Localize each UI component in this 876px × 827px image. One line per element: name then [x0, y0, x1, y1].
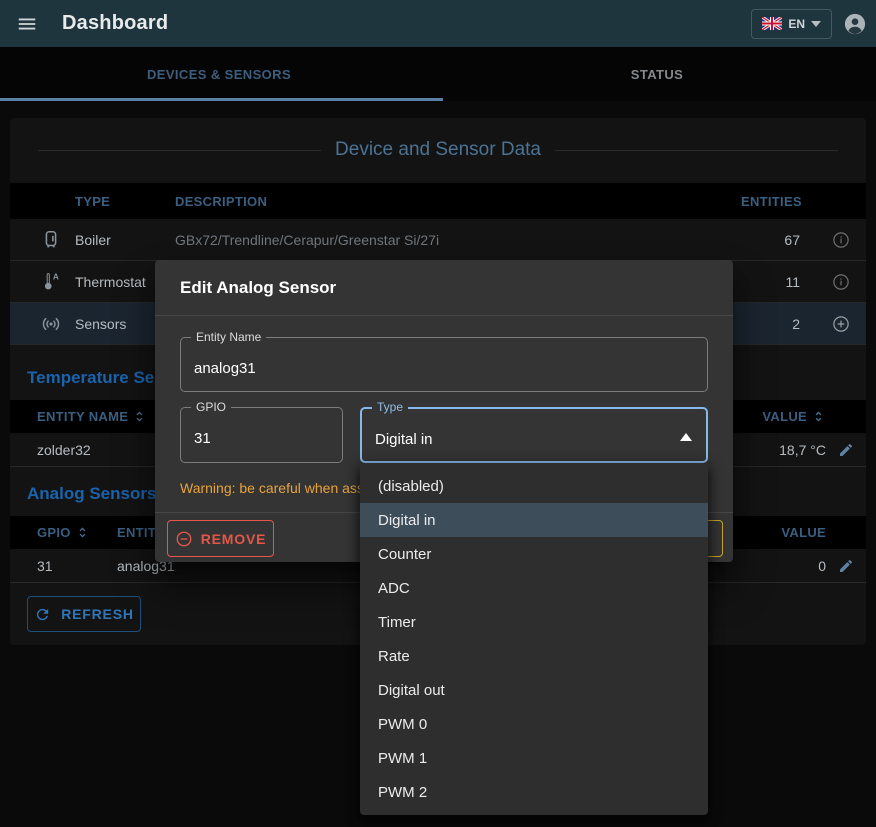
option-digital-out[interactable]: Digital out — [360, 673, 708, 707]
tab-status[interactable]: STATUS — [438, 47, 876, 101]
top-app-bar: Dashboard EN — [0, 0, 876, 47]
screen: Dashboard EN — [0, 0, 876, 827]
table-row-boiler[interactable]: Boiler GBx72/Trendline/Cerapur/Greenstar… — [10, 219, 866, 261]
col-entities: ENTITIES — [741, 194, 816, 209]
dialog-header: Edit Analog Sensor — [155, 260, 733, 316]
option-timer[interactable]: Timer — [360, 605, 708, 639]
gpio-label: GPIO — [191, 400, 231, 414]
entity-name: zolder32 — [37, 442, 91, 458]
gpio-field[interactable]: GPIO 31 — [180, 407, 343, 463]
entity-name-field[interactable]: Entity Name analog31 — [180, 337, 708, 392]
user-avatar-icon[interactable] — [844, 13, 866, 35]
gpio-input[interactable]: 31 — [194, 430, 211, 447]
type-select[interactable]: Type Digital in — [360, 407, 708, 463]
edit-pencil-icon[interactable] — [826, 558, 866, 574]
tab-bar: DEVICES & SENSORS STATUS — [0, 47, 876, 101]
section-title-row: Device and Sensor Data — [10, 136, 866, 164]
option-counter[interactable]: Counter — [360, 537, 708, 571]
section-title: Device and Sensor Data — [321, 139, 555, 161]
sort-icon — [132, 409, 147, 424]
option-pwm-1[interactable]: PWM 1 — [360, 741, 708, 775]
sort-icon — [811, 409, 826, 424]
page-title: Dashboard — [62, 12, 168, 35]
uk-flag-icon — [762, 17, 782, 30]
col-value[interactable]: VALUE — [781, 525, 826, 540]
option-pwm-0[interactable]: PWM 0 — [360, 707, 708, 741]
refresh-label: REFRESH — [61, 606, 134, 622]
add-circle-icon[interactable] — [816, 315, 866, 333]
tab-devices-sensors[interactable]: DEVICES & SENSORS — [0, 47, 438, 101]
type-dropdown-menu: (disabled) Digital in Counter ADC Timer … — [360, 463, 708, 815]
col-gpio[interactable]: GPIO — [37, 525, 71, 540]
gpio-value: 31 — [37, 558, 53, 574]
option-pwm-2[interactable]: PWM 2 — [360, 775, 708, 809]
col-value[interactable]: VALUE — [762, 409, 807, 424]
entity-name-input[interactable]: analog31 — [194, 360, 256, 377]
remove-label: REMOVE — [201, 531, 266, 547]
svg-text:A: A — [53, 272, 59, 281]
language-selector[interactable]: EN — [751, 9, 832, 39]
option-adc[interactable]: ADC — [360, 571, 708, 605]
chevron-down-icon — [811, 21, 821, 27]
refresh-button[interactable]: REFRESH — [27, 596, 141, 632]
info-icon[interactable] — [816, 273, 866, 291]
col-entity-name[interactable]: ENTITY NAME — [37, 409, 128, 424]
dropdown-arrow-up-icon — [680, 433, 692, 441]
menu-icon[interactable] — [16, 12, 40, 36]
gpio-warning-text: Warning: be careful when assig — [180, 480, 375, 496]
analog-sensors-heading: Analog Sensors — [27, 484, 156, 504]
option-disabled[interactable]: (disabled) — [360, 469, 708, 503]
entity-name-label: Entity Name — [191, 330, 266, 344]
refresh-icon — [34, 606, 51, 623]
active-tab-indicator — [0, 98, 443, 101]
remove-button[interactable]: REMOVE — [167, 520, 274, 557]
devices-table-header: TYPE DESCRIPTION ENTITIES — [10, 183, 866, 219]
device-entities-count: 11 — [741, 274, 816, 290]
remove-circle-icon — [175, 530, 193, 548]
language-label: EN — [788, 17, 805, 31]
option-digital-in[interactable]: Digital in — [360, 503, 708, 537]
col-type: TYPE — [75, 194, 175, 209]
type-selected-value: Digital in — [375, 431, 433, 448]
option-rate[interactable]: Rate — [360, 639, 708, 673]
sort-icon — [75, 525, 90, 540]
device-entities-count: 67 — [741, 232, 816, 248]
device-entities-count: 2 — [741, 316, 816, 332]
col-description: DESCRIPTION — [175, 194, 741, 209]
type-label: Type — [372, 400, 408, 414]
boiler-icon — [27, 229, 75, 251]
device-description: GBx72/Trendline/Cerapur/Greenstar Si/27i — [175, 232, 741, 248]
device-type: Boiler — [75, 232, 175, 248]
thermostat-icon: A — [27, 271, 75, 293]
dialog-title: Edit Analog Sensor — [180, 278, 336, 298]
info-icon[interactable] — [816, 231, 866, 249]
sensors-icon — [27, 313, 75, 335]
edit-pencil-icon[interactable] — [826, 442, 866, 458]
